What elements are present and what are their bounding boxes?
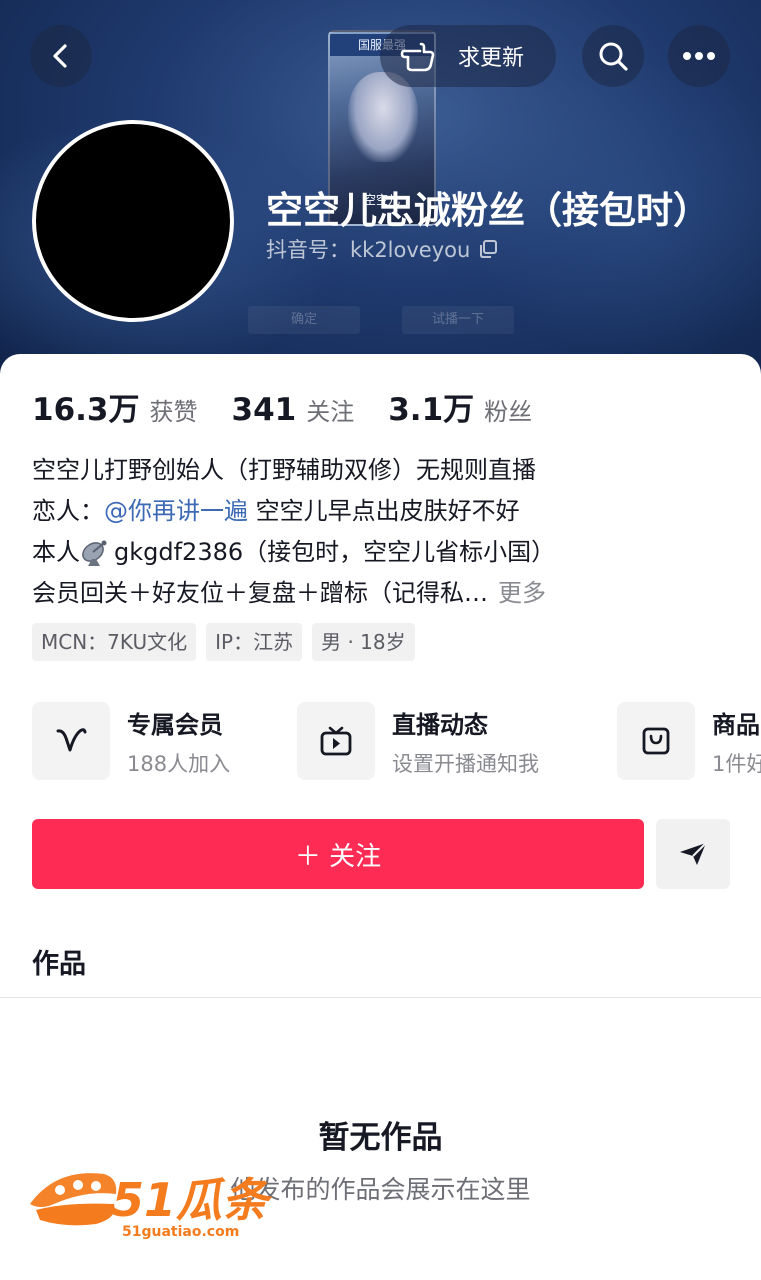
stats-row: 16.3万 获赞 341 关注 3.1万 粉丝 xyxy=(32,384,566,429)
tv-icon xyxy=(297,702,375,780)
membership-title: 专属会员 xyxy=(127,710,223,739)
satellite-dish-icon xyxy=(80,539,110,567)
live-updates-subtitle: 设置开播通知我 xyxy=(392,751,539,776)
likes-label[interactable]: 获赞 xyxy=(150,392,198,427)
douyin-id-text: 抖音号：kk2loveyou xyxy=(266,238,471,262)
back-button[interactable] xyxy=(30,25,92,87)
search-icon xyxy=(599,42,628,71)
bio-more-button[interactable]: 更多 xyxy=(498,579,546,607)
mention-link[interactable]: @你再讲一遍 xyxy=(104,497,248,525)
membership-subtitle: 188人加入 xyxy=(127,751,231,776)
bio-text: 恋人： xyxy=(32,497,104,525)
svg-text:51guatiao.com: 51guatiao.com xyxy=(122,1224,239,1240)
gender-age-tag: 男 · 18岁 xyxy=(312,623,415,661)
copy-icon[interactable] xyxy=(478,239,498,259)
watermark-logo: 51瓜条 51guatiao.com xyxy=(30,1173,273,1240)
bio: 空空儿打野创始人（打野辅助双修）无规则直播 恋人：@你再讲一遍 空空儿早点出皮肤… xyxy=(32,450,732,614)
live-updates-title: 直播动态 xyxy=(392,710,488,739)
followers-count[interactable]: 3.1万 xyxy=(388,384,474,429)
mcn-tag[interactable]: MCN：7KU文化 xyxy=(32,623,197,661)
back-arrow-icon xyxy=(53,44,67,68)
more-dots-icon xyxy=(683,52,715,60)
ip-location-tag: IP：江苏 xyxy=(206,623,303,661)
send-message-button[interactable] xyxy=(656,819,730,889)
feature-entries: 专属会员 188人加入 直播动态 设置开播通知我 商品 1件好 xyxy=(32,702,761,782)
bio-text: 空空儿早点出皮肤好不好 xyxy=(248,497,520,525)
avatar[interactable] xyxy=(32,120,234,322)
svg-text:51瓜条: 51瓜条 xyxy=(112,1173,273,1227)
bio-line: 本人 gkgdf2386（接包时，空空儿省标小国） xyxy=(32,532,732,573)
membership-entry[interactable]: 专属会员 188人加入 xyxy=(32,702,230,780)
bio-line: 恋人：@你再讲一遍 空空儿早点出皮肤好不好 xyxy=(32,491,732,532)
products-subtitle: 1件好 xyxy=(712,751,761,776)
followers-label[interactable]: 粉丝 xyxy=(484,392,532,427)
douyin-id-row[interactable]: 抖音号：kk2loveyou xyxy=(266,234,498,264)
request-update-label: 求更新 xyxy=(458,46,525,71)
hand-point-icon xyxy=(400,42,435,72)
bio-text: 本人 xyxy=(32,538,80,566)
request-update-button[interactable]: 求更新 xyxy=(380,25,556,87)
paper-plane-icon xyxy=(680,842,707,865)
following-label[interactable]: 关注 xyxy=(306,392,354,427)
more-options-button[interactable] xyxy=(668,25,730,87)
likes-count[interactable]: 16.3万 xyxy=(32,384,140,429)
live-updates-entry[interactable]: 直播动态 设置开播通知我 xyxy=(297,702,539,780)
tab-divider xyxy=(0,997,761,998)
products-title: 商品 xyxy=(712,710,760,739)
tab-works[interactable]: 作品 xyxy=(32,942,86,981)
nickname: 空空儿忠诚粉丝（接包时） xyxy=(266,189,710,232)
profile-tags: MCN：7KU文化 IP：江苏 男 · 18岁 xyxy=(32,623,415,661)
bio-line: 会员回关＋好友位＋复盘＋蹭标（记得私… 更多 xyxy=(32,573,732,614)
following-count[interactable]: 341 xyxy=(232,392,297,428)
v-logo-icon xyxy=(32,702,110,780)
search-button[interactable] xyxy=(582,25,644,87)
ghost-confirm-text: 确定 xyxy=(248,306,360,334)
bio-line: 空空儿打野创始人（打野辅助双修）无规则直播 xyxy=(32,456,536,484)
empty-state-title: 暂无作品 xyxy=(318,1120,443,1156)
ghost-retry-text: 试播一下 xyxy=(402,306,514,334)
follow-button[interactable]: ＋ 关注 xyxy=(32,819,644,889)
products-entry[interactable]: 商品 1件好 xyxy=(617,702,761,780)
bio-text: 会员回关＋好友位＋复盘＋蹭标（记得私… xyxy=(32,579,488,607)
bio-text: gkgdf2386（接包时，空空儿省标小国） xyxy=(114,538,556,566)
shopping-bag-icon xyxy=(617,702,695,780)
